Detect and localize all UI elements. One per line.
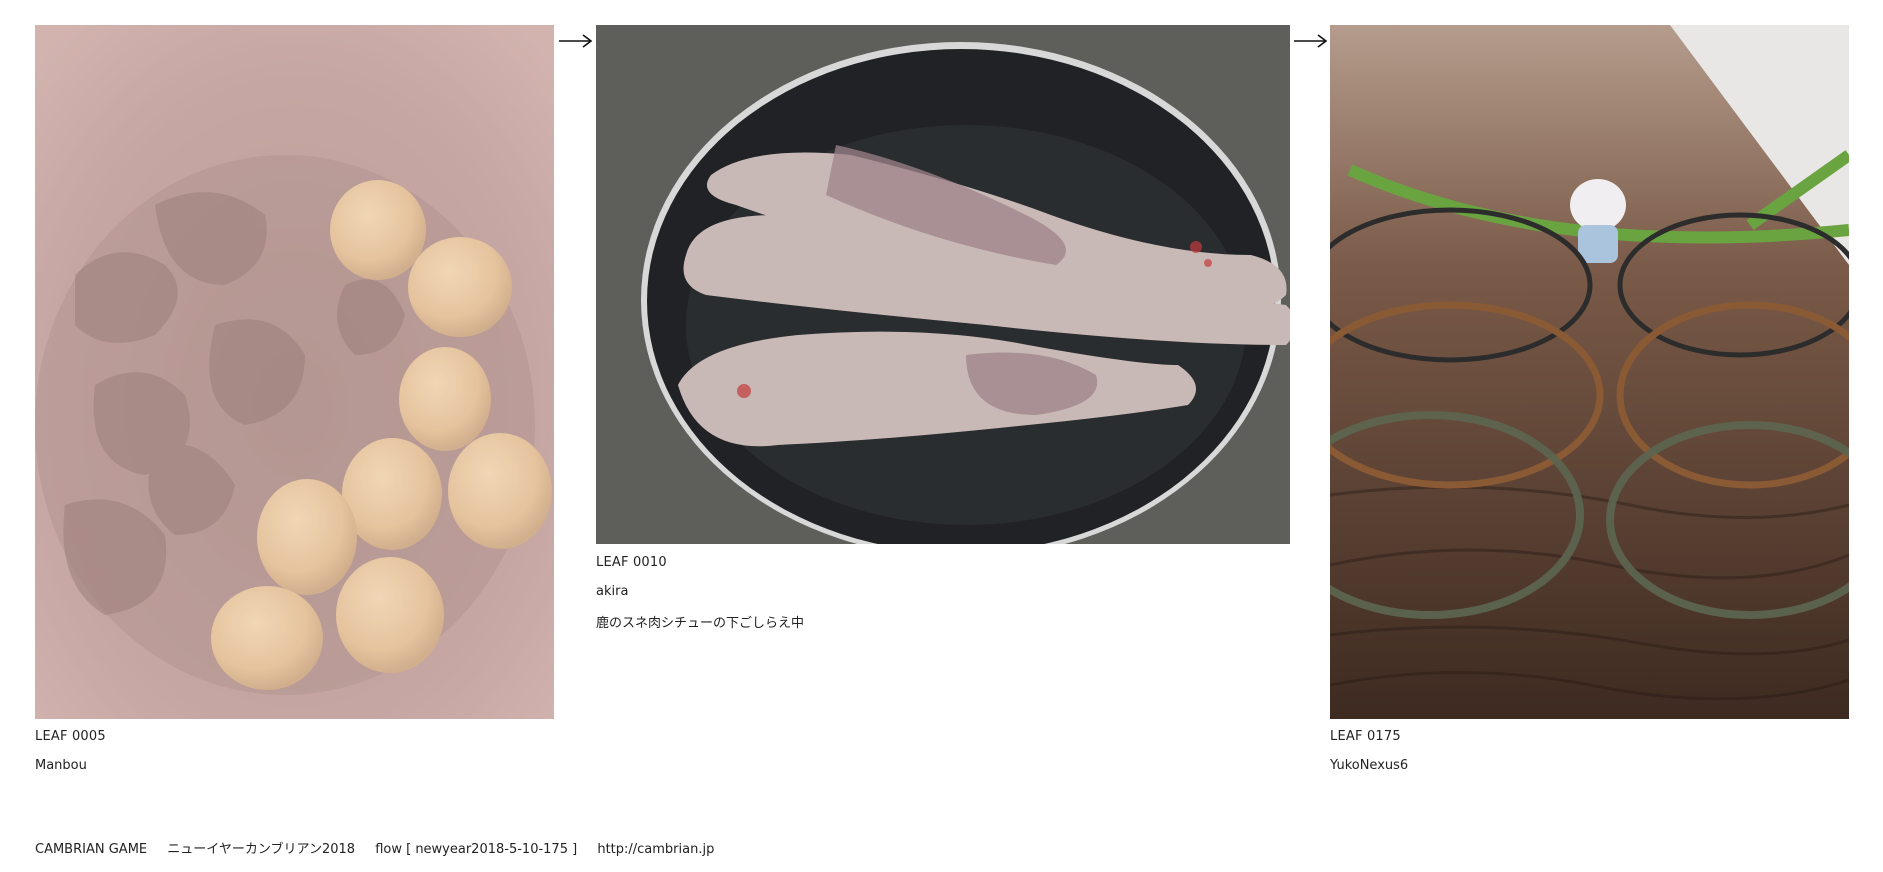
footer-site-link[interactable]: CAMBRIAN GAME <box>35 842 147 857</box>
right-arrow-icon <box>558 33 594 49</box>
right-arrow-icon <box>1293 33 1329 49</box>
leaf-photo-stew-eggs[interactable] <box>35 25 554 719</box>
footer-flow-id: flow [ newyear2018-5-10-175 ] <box>375 842 578 857</box>
leaf-author[interactable]: YukoNexus6 <box>1330 758 1408 773</box>
leaf-id[interactable]: LEAF 0175 <box>1330 729 1401 744</box>
leaf-author[interactable]: Manbou <box>35 758 87 773</box>
leaf-id[interactable]: LEAF 0010 <box>596 555 667 570</box>
leaf-comment: 鹿のスネ肉シチューの下ごしらえ中 <box>596 616 805 631</box>
footer-url-link[interactable]: http://cambrian.jp <box>597 842 714 857</box>
leaf-photo-venison-shanks[interactable] <box>596 25 1290 544</box>
leaf-author[interactable]: akira <box>596 584 628 599</box>
leaf-photo-eyeglasses[interactable] <box>1330 25 1849 719</box>
leaf-id[interactable]: LEAF 0005 <box>35 729 106 744</box>
footer: CAMBRIAN GAME ニューイヤーカンブリアン2018 flow [ ne… <box>35 838 730 857</box>
footer-game-link[interactable]: ニューイヤーカンブリアン2018 <box>167 842 355 857</box>
